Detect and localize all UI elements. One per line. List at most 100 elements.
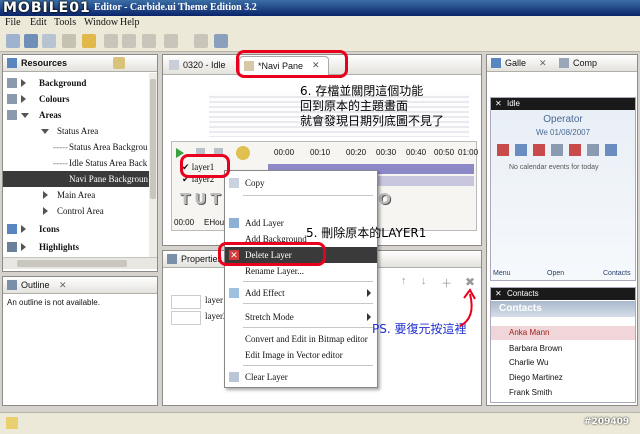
- softkey-contacts[interactable]: Contacts: [603, 270, 631, 277]
- clear-icon: [229, 372, 239, 382]
- phone-idle-screen[interactable]: ✕ Idle Operator We 01/08/2007 No calenda…: [490, 97, 636, 281]
- reset-icon[interactable]: ✖: [465, 275, 475, 289]
- collapse-icon[interactable]: [41, 129, 49, 134]
- outline-panel: Outline ✕ An outline is not available.: [2, 276, 158, 406]
- vertical-scrollbar[interactable]: [149, 73, 157, 257]
- expand-icon[interactable]: [21, 79, 26, 87]
- cut-icon[interactable]: [142, 34, 156, 48]
- expand-icon[interactable]: [21, 225, 26, 233]
- folder-icon: [7, 78, 17, 88]
- app-icon[interactable]: [551, 144, 563, 156]
- expand-icon[interactable]: [21, 243, 26, 251]
- tree-item-colours[interactable]: Colours: [3, 91, 151, 107]
- tick-1: 00:10: [310, 148, 331, 157]
- close-icon: ✕: [495, 99, 502, 108]
- tree-item-idle-status-area-background[interactable]: ----- Idle Status Area Back: [3, 155, 151, 171]
- menu-edit-vector[interactable]: Edit Image in Vector editor: [225, 347, 377, 363]
- expand-icon[interactable]: [43, 191, 48, 199]
- phone-contacts-screen[interactable]: ✕ Contacts Contacts Anka Mann Barbara Br…: [490, 287, 636, 403]
- ps-note: PS. 要復元按這裡: [372, 322, 467, 336]
- open-folder-icon[interactable]: [82, 34, 96, 48]
- move-down-icon[interactable]: ↓: [421, 275, 427, 287]
- contact-row[interactable]: Barbara Brown: [509, 344, 562, 353]
- menu-window[interactable]: Window: [84, 17, 118, 28]
- properties-icon: [167, 254, 177, 264]
- app-icon[interactable]: [569, 144, 581, 156]
- gallery-panel: Galle ✕ Comp ✕ Idle Operator We 01/08/20…: [486, 54, 638, 406]
- save-icon[interactable]: [24, 34, 38, 48]
- tree-item-icons[interactable]: Icons: [3, 221, 151, 237]
- move-up-icon[interactable]: ↑: [401, 275, 407, 287]
- sync-icon[interactable]: [113, 57, 125, 69]
- close-icon[interactable]: ✕: [539, 58, 547, 69]
- app-icon[interactable]: [605, 144, 617, 156]
- contact-row[interactable]: Frank Smith: [509, 388, 552, 397]
- tab-properties[interactable]: Properties: [181, 254, 222, 264]
- layer-thumb: [171, 311, 201, 325]
- tree-item-highlights[interactable]: Highlights: [3, 239, 151, 255]
- menu-add-effect[interactable]: Add Effect: [225, 285, 377, 301]
- redo-icon[interactable]: [122, 34, 136, 48]
- save-all-icon[interactable]: [42, 34, 56, 48]
- expand-icon[interactable]: [43, 207, 48, 215]
- export-icon[interactable]: [194, 34, 208, 48]
- tree-item-control-area[interactable]: Control Area: [3, 203, 151, 219]
- softkey-menu[interactable]: Menu: [493, 270, 511, 277]
- collapse-icon[interactable]: [21, 113, 29, 118]
- menu-help[interactable]: Help: [120, 17, 139, 28]
- contact-row-selected[interactable]: Anka Mann: [491, 326, 635, 340]
- tree-item-main-area[interactable]: Main Area: [3, 187, 151, 203]
- print-icon[interactable]: [62, 34, 76, 48]
- title-bar: MOBILE01 Editor - Carbide.ui Theme Editi…: [0, 0, 640, 16]
- tab-idle[interactable]: 0320 - Idle: [183, 60, 226, 70]
- scrollbar-thumb[interactable]: [150, 79, 156, 199]
- menu-stretch-mode[interactable]: Stretch Mode: [225, 309, 377, 325]
- watermark-id: #209409: [584, 417, 630, 427]
- softkey-open[interactable]: Open: [547, 270, 564, 277]
- calendar-message: No calendar events for today: [509, 164, 599, 171]
- clock-icon[interactable]: [236, 146, 250, 160]
- resources-panel: Resources Background Colours Areas Statu…: [2, 54, 158, 272]
- timeline-time: 00:00: [174, 218, 195, 227]
- menu-edit[interactable]: Edit: [30, 17, 47, 28]
- menu-convert-bitmap[interactable]: Convert and Edit in Bitmap editor: [225, 331, 377, 347]
- scrollbar-thumb[interactable]: [17, 260, 127, 267]
- tree-item-status-area[interactable]: Status Area: [3, 123, 151, 139]
- app-icon[interactable]: [533, 144, 545, 156]
- highlight-delete-layer: [218, 242, 326, 266]
- add-icon[interactable]: ＋: [441, 275, 452, 291]
- menu-separator: [243, 303, 373, 304]
- new-icon[interactable]: [6, 34, 20, 48]
- gallery-icon: [491, 58, 501, 68]
- app-icon[interactable]: [587, 144, 599, 156]
- tab-gallery[interactable]: Galle: [505, 58, 526, 68]
- contact-row[interactable]: Diego Martinez: [509, 373, 563, 382]
- tab-resources[interactable]: Resources: [21, 58, 67, 68]
- menu-clear-layer[interactable]: Clear Layer: [225, 369, 377, 385]
- tab-comp[interactable]: Comp: [573, 58, 597, 68]
- horizontal-scrollbar[interactable]: [3, 257, 157, 269]
- app-icon[interactable]: [497, 144, 509, 156]
- contact-row[interactable]: Charlie Wu: [509, 358, 548, 367]
- tick-4: 00:40: [406, 148, 427, 157]
- close-icon[interactable]: ✕: [59, 280, 67, 291]
- tree-item-background[interactable]: Background: [3, 75, 151, 91]
- undo-icon[interactable]: [104, 34, 118, 48]
- contacts-title-bar: ✕ Contacts: [491, 288, 635, 300]
- app-icon[interactable]: [515, 144, 527, 156]
- operator-name: Operator: [543, 114, 583, 125]
- link-icon[interactable]: [164, 34, 178, 48]
- menu-tools[interactable]: Tools: [54, 17, 76, 28]
- expand-icon[interactable]: [21, 95, 26, 103]
- tree-item-areas[interactable]: Areas: [3, 107, 151, 123]
- tree-item-status-area-background[interactable]: ----- Status Area Backgrou: [3, 139, 151, 155]
- menu-file[interactable]: File: [5, 17, 21, 28]
- tab-outline[interactable]: Outline: [21, 280, 50, 290]
- outline-icon: [7, 280, 17, 290]
- layer-thumb: [171, 295, 201, 309]
- icons-icon: [7, 224, 17, 234]
- menu-copy[interactable]: Copy: [225, 175, 377, 191]
- package-icon[interactable]: [214, 34, 228, 48]
- tree-item-navi-pane-background[interactable]: Navi Pane Backgroun: [3, 171, 157, 187]
- context-menu: Copy Add Layer Add Background ✕ Delete La…: [224, 170, 378, 388]
